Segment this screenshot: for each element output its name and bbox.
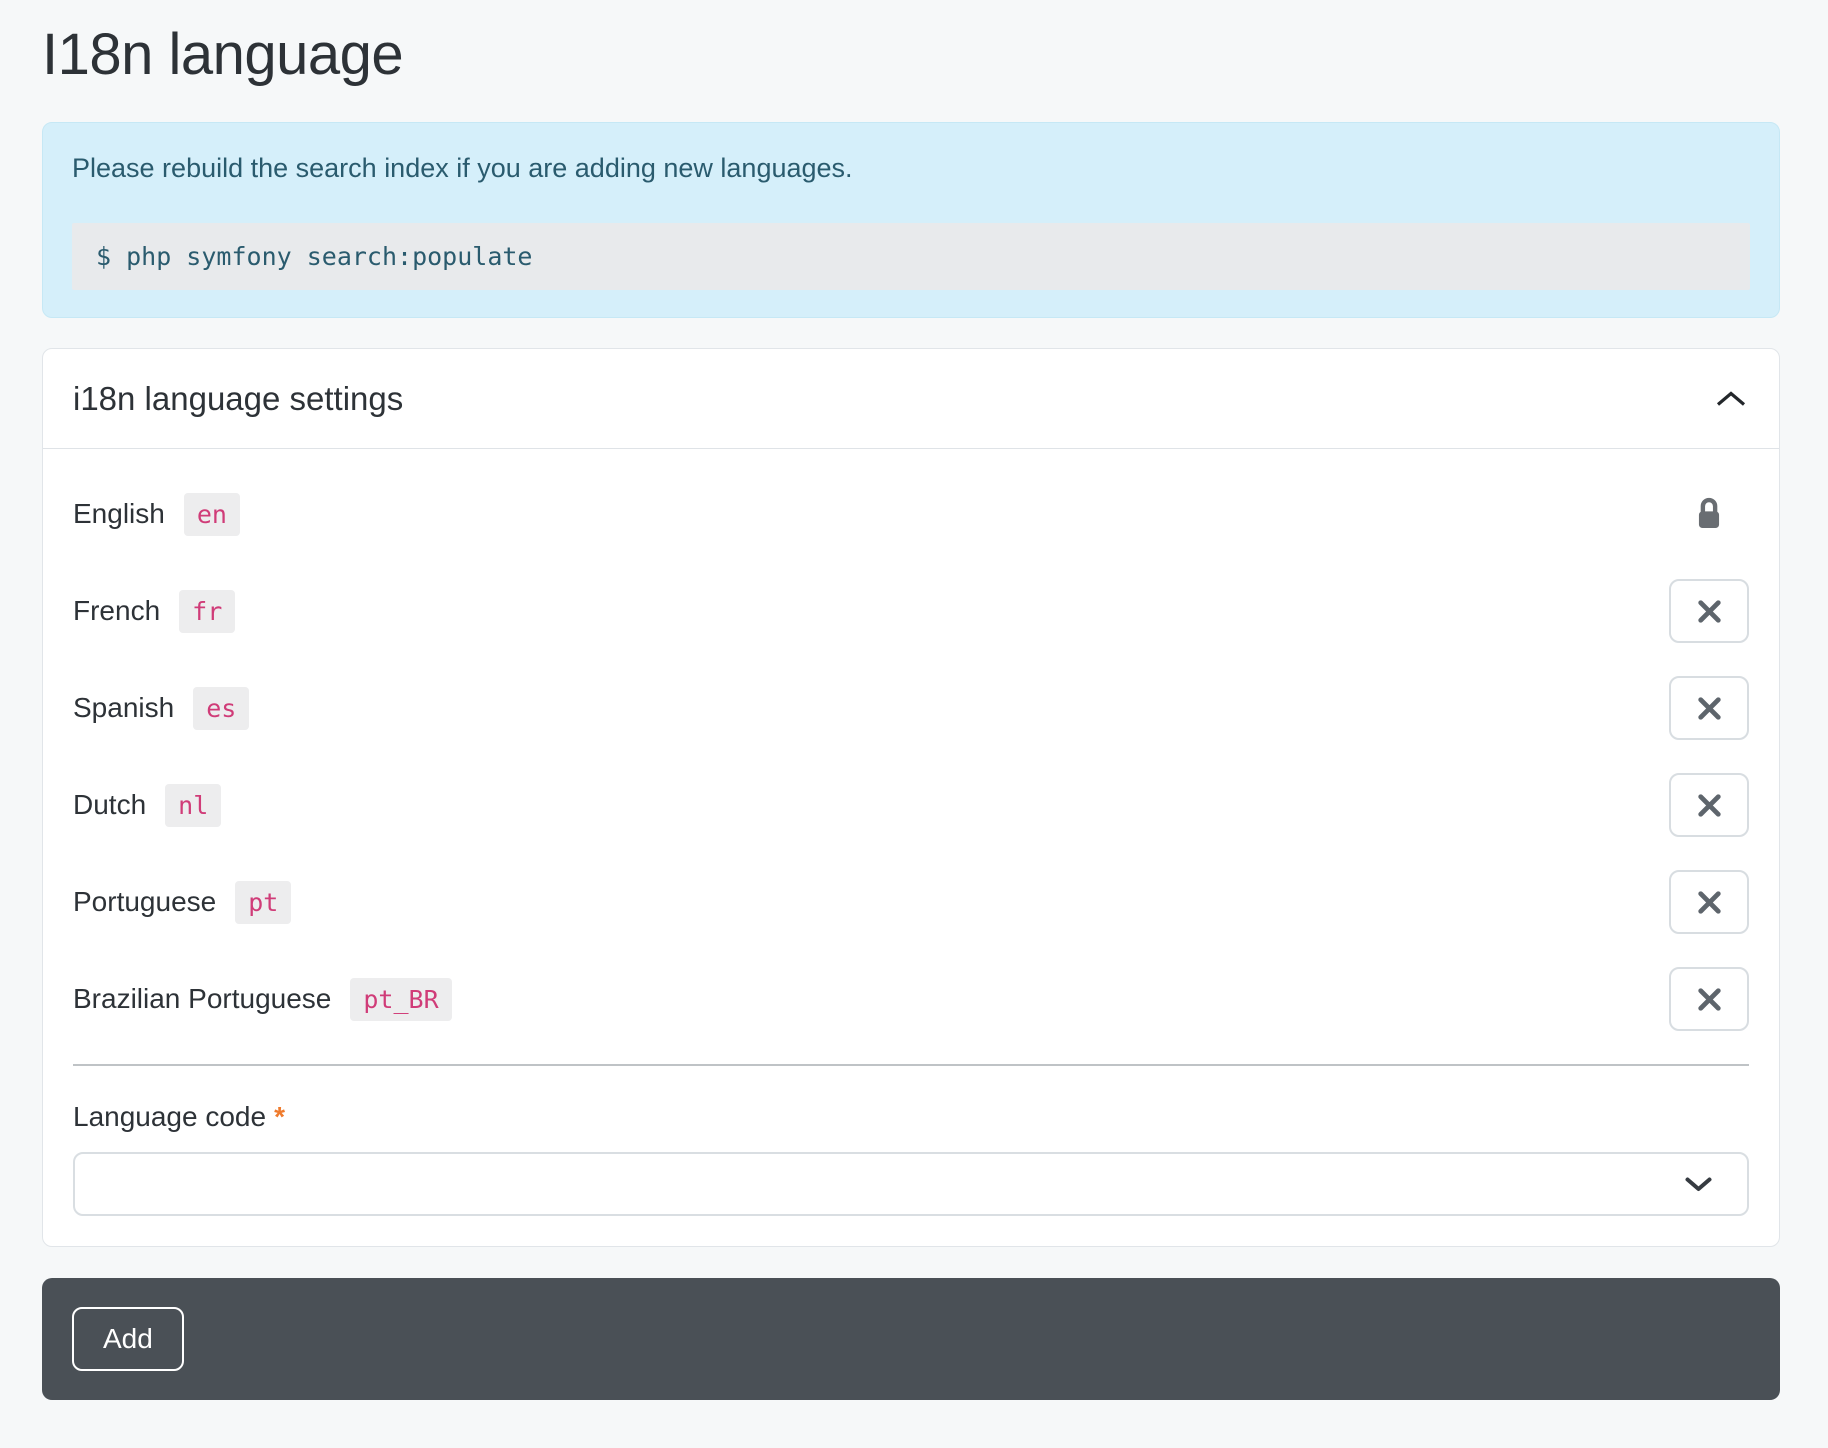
language-code-badge: nl	[165, 784, 221, 827]
language-name: French	[73, 595, 160, 627]
close-icon	[1695, 597, 1724, 626]
language-info: Spanish es	[73, 687, 249, 730]
lock-cell	[1669, 496, 1749, 532]
close-icon	[1695, 888, 1724, 917]
lock-icon	[1695, 496, 1723, 532]
chevron-up-icon	[1715, 390, 1747, 408]
page-container: I18n language Please rebuild the search …	[0, 0, 1828, 1400]
banner-message: Please rebuild the search index if you a…	[72, 150, 1750, 188]
close-icon	[1695, 985, 1724, 1014]
remove-language-button[interactable]	[1669, 870, 1749, 934]
language-name: Dutch	[73, 789, 146, 821]
panel-title: i18n language settings	[73, 380, 403, 418]
language-name: Spanish	[73, 692, 174, 724]
language-code-badge: fr	[179, 590, 235, 633]
required-asterisk: *	[274, 1101, 285, 1132]
language-row: Dutch nl	[73, 773, 1749, 837]
close-icon	[1695, 791, 1724, 820]
language-code-select[interactable]	[73, 1152, 1749, 1216]
language-info: Dutch nl	[73, 784, 221, 827]
remove-language-button[interactable]	[1669, 967, 1749, 1031]
language-code-badge: en	[184, 493, 240, 536]
remove-language-button[interactable]	[1669, 773, 1749, 837]
panel-header: i18n language settings	[43, 349, 1779, 449]
language-code-badge: pt_BR	[350, 978, 451, 1021]
page-title: I18n language	[42, 0, 1780, 90]
add-button[interactable]: Add	[72, 1307, 184, 1371]
close-icon	[1695, 694, 1724, 723]
language-settings-panel: i18n language settings English en	[42, 348, 1780, 1247]
language-name: Portuguese	[73, 886, 216, 918]
action-footer: Add	[42, 1278, 1780, 1400]
language-info: French fr	[73, 590, 235, 633]
language-name: English	[73, 498, 165, 530]
remove-language-button[interactable]	[1669, 579, 1749, 643]
language-list: English en French fr	[73, 482, 1749, 1031]
language-info: Portuguese pt	[73, 881, 291, 924]
language-code-label: Language code *	[73, 1100, 1749, 1134]
language-name: Brazilian Portuguese	[73, 983, 331, 1015]
language-row: Portuguese pt	[73, 870, 1749, 934]
chevron-down-icon	[1684, 1176, 1713, 1193]
section-divider	[73, 1064, 1749, 1066]
language-code-label-text: Language code	[73, 1101, 266, 1132]
info-banner: Please rebuild the search index if you a…	[42, 122, 1780, 319]
language-row: Spanish es	[73, 676, 1749, 740]
language-code-badge: pt	[235, 881, 291, 924]
panel-body: English en French fr	[43, 449, 1779, 1246]
language-info: English en	[73, 493, 240, 536]
language-row: Brazilian Portuguese pt_BR	[73, 967, 1749, 1031]
remove-language-button[interactable]	[1669, 676, 1749, 740]
language-info: Brazilian Portuguese pt_BR	[73, 978, 452, 1021]
command-code-block: $ php symfony search:populate	[72, 223, 1750, 290]
language-row: English en	[73, 482, 1749, 546]
collapse-panel-button[interactable]	[1713, 384, 1749, 414]
language-row: French fr	[73, 579, 1749, 643]
language-code-badge: es	[193, 687, 249, 730]
